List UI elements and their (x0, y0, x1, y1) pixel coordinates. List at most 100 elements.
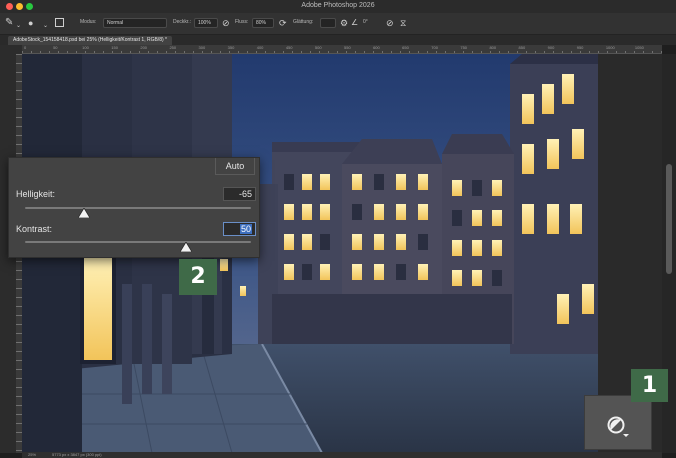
building-window (320, 264, 330, 280)
pressure-opacity-icon[interactable]: ⊘ (222, 17, 230, 29)
building-window (352, 234, 362, 250)
contrast-label: Kontrast: (16, 224, 53, 234)
ruler-tick-label: 400 (256, 45, 264, 50)
building-window (472, 270, 482, 286)
building-window (396, 204, 406, 220)
document-tab[interactable]: AdobeStock_154158418.psd bei 25% (Hellig… (8, 36, 172, 45)
brush-icon[interactable]: ✎ (5, 17, 13, 29)
contrast-field[interactable]: 50 (223, 222, 256, 236)
opacity-field[interactable]: 100% (194, 18, 218, 28)
ruler-tick-label: 500 (314, 45, 322, 50)
building-window (418, 204, 428, 220)
symmetry-icon[interactable]: ⧖ (400, 17, 406, 29)
tower-window (522, 204, 534, 234)
pressure-size-icon[interactable]: ⊘ (386, 17, 394, 29)
building-window (374, 264, 384, 280)
building-window (302, 234, 312, 250)
angle-icon[interactable]: ∠ (351, 17, 358, 29)
ruler-tick-label: 600 (373, 45, 380, 50)
mode-value: Normal (107, 20, 124, 26)
building-window (320, 174, 330, 190)
tower-window (570, 204, 582, 234)
ruler-tick-label: 150 (111, 45, 118, 50)
brightness-slider-thumb[interactable] (78, 208, 90, 218)
brightness-label: Helligkeit: (16, 189, 56, 199)
building-window (374, 204, 384, 220)
building-window (472, 180, 482, 196)
building-window (302, 174, 312, 190)
tower-window (547, 204, 559, 234)
brush-preset-chevron-icon[interactable]: ⌄ (43, 20, 48, 32)
tower-window (582, 284, 594, 314)
ruler-tick-label: 350 (227, 45, 235, 50)
building-window (492, 240, 502, 256)
step-badge-1: 1 (631, 369, 668, 402)
title-bar: Adobe Photoshop 2026 (0, 0, 676, 13)
building-window (320, 234, 330, 250)
ruler-tick-label: 300 (198, 45, 206, 50)
ruler-tick-label: 100 (82, 45, 89, 50)
mode-select[interactable]: Normal (103, 18, 167, 28)
flow-label: Fluss: (235, 19, 249, 25)
building-window (320, 204, 330, 220)
adjustment-layer-icon (607, 416, 629, 437)
building-window (418, 264, 428, 280)
app-title: Adobe Photoshop 2026 (301, 2, 375, 9)
building-window (472, 240, 482, 256)
adjustment-layer-button[interactable] (584, 395, 652, 450)
ruler-tick-label: 1000 (605, 45, 615, 50)
flow-value: 80% (256, 20, 267, 26)
brush-settings-icon[interactable] (55, 18, 64, 27)
ruler-tick-label: 250 (169, 45, 177, 50)
flow-field[interactable]: 80% (252, 18, 274, 28)
vertical-scroll-thumb[interactable] (666, 164, 672, 274)
ruler-tick-label: 50 (53, 45, 58, 50)
building-window (396, 234, 406, 250)
tower-window (522, 94, 534, 124)
building-window (284, 174, 294, 190)
step-badge-2: 2 (179, 259, 217, 295)
document-size[interactable]: 5773 px x 3847 px (300 ppi) (52, 452, 102, 458)
building-window (492, 210, 502, 226)
airbrush-icon[interactable]: ⟳ (279, 17, 287, 29)
horizontal-ruler[interactable]: 0 50 100 150 200 250 300 350 400 450 500 550 600 650 7… (22, 45, 662, 54)
building-window (452, 270, 462, 286)
brightness-slider-track[interactable] (25, 207, 251, 209)
ruler-tick-label: 950 (576, 45, 584, 50)
brush-preset-icon[interactable]: ● (28, 17, 33, 29)
ruler-tick-label: 200 (140, 45, 148, 50)
tower-window (522, 144, 534, 174)
tool-preset-chevron-icon[interactable]: ⌄ (16, 20, 21, 32)
building-window (352, 204, 362, 220)
opacity-value: 100% (198, 20, 211, 26)
smoothing-field[interactable] (320, 18, 336, 28)
contrast-slider-thumb[interactable] (180, 242, 192, 252)
status-bar: 25% 5773 px x 3847 px (300 ppi) (22, 452, 662, 458)
building-window (418, 234, 428, 250)
angle-value[interactable]: 0° (363, 19, 368, 25)
brightness-field[interactable]: -65 (223, 187, 256, 201)
zoom-level[interactable]: 25% (28, 452, 36, 458)
ruler-tick-label: 850 (518, 45, 526, 50)
brightness-contrast-panel: Auto Helligkeit: -65 Kontrast: 50 (8, 157, 260, 258)
tower-window (547, 139, 559, 169)
building-window (352, 264, 362, 280)
document-tab-bar: AdobeStock_154158418.psd bei 25% (Hellig… (0, 35, 676, 45)
building-window (352, 174, 362, 190)
building-window (452, 240, 462, 256)
ruler-tick-label: 750 (460, 45, 468, 50)
ruler-tick-label: 650 (402, 45, 409, 50)
gear-icon[interactable]: ⚙ (340, 17, 348, 29)
building-window (452, 180, 462, 196)
building-window (302, 264, 312, 280)
building-window (418, 174, 428, 190)
tower-window (562, 74, 574, 104)
ruler-tick-label: 800 (489, 45, 497, 50)
smoothing-label: Glättung: (293, 19, 314, 25)
building-window (452, 210, 462, 226)
options-bar: ✎ ⌄ ● ⌄ Modus: Normal Deckkr.: 100% ⊘ Fl… (0, 13, 676, 35)
auto-button[interactable]: Auto (215, 158, 255, 175)
building-window (472, 210, 482, 226)
brightness-value: -65 (238, 189, 252, 199)
contrast-slider-track[interactable] (25, 241, 251, 243)
